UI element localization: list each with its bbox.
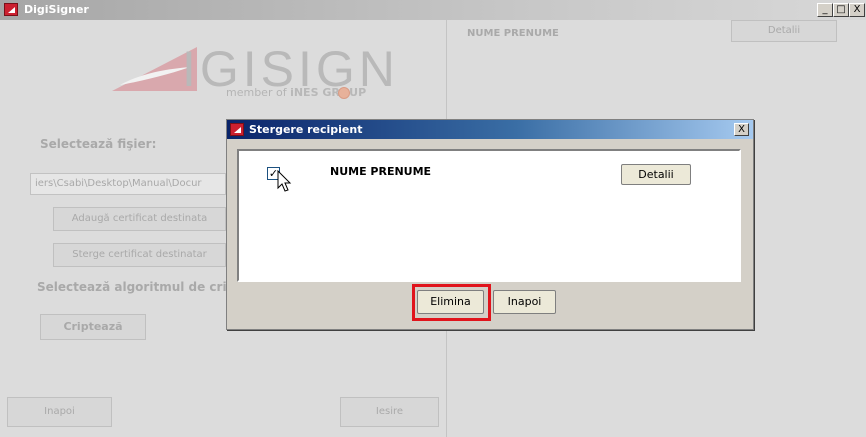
dialog-close-button[interactable]: X xyxy=(734,123,749,136)
details-button-background[interactable]: Detalii xyxy=(731,20,837,42)
maximize-button[interactable]: □ xyxy=(833,3,849,17)
recipient-name-label: NUME PRENUME xyxy=(467,28,559,39)
close-button[interactable]: X xyxy=(849,3,865,17)
add-certificate-button[interactable]: Adaugă certificat destinata xyxy=(53,207,226,231)
mouse-pointer-icon xyxy=(277,170,292,192)
ines-circle-icon xyxy=(338,87,350,99)
delete-recipient-dialog: Stergere recipient X ✓ NUME PRENUME Deta… xyxy=(226,119,754,330)
recipient-list: ✓ NUME PRENUME Detalii xyxy=(237,149,741,282)
dialog-back-button[interactable]: Inapoi xyxy=(493,290,556,314)
logo-tagline-prefix: member of xyxy=(226,86,287,99)
logo-tagline-brand: iNES GROUP xyxy=(290,86,367,99)
dialog-title: Stergere recipient xyxy=(249,123,363,136)
recipient-name: NUME PRENUME xyxy=(330,165,432,178)
remove-certificate-button[interactable]: Sterge certificat destinatar xyxy=(53,243,226,267)
select-algorithm-label: Selectează algoritmul de crip xyxy=(37,280,236,294)
app-logo-icon xyxy=(230,123,244,136)
minimize-button[interactable]: _ xyxy=(817,3,833,17)
details-button[interactable]: Detalii xyxy=(621,164,691,185)
exit-button[interactable]: Iesire xyxy=(340,397,439,427)
main-title-bar: DigiSigner _ □ X xyxy=(0,0,866,20)
app-logo-icon xyxy=(4,3,18,16)
encrypt-button[interactable]: Criptează xyxy=(40,314,146,340)
back-button[interactable]: Inapoi xyxy=(7,397,112,427)
highlight-box xyxy=(412,284,491,321)
main-window-title: DigiSigner xyxy=(24,3,89,16)
file-path-field[interactable]: iers\Csabi\Desktop\Manual\Docur xyxy=(30,173,226,195)
select-file-label: Selectează fişier: xyxy=(40,137,157,151)
dialog-title-bar: Stergere recipient X xyxy=(227,120,753,139)
